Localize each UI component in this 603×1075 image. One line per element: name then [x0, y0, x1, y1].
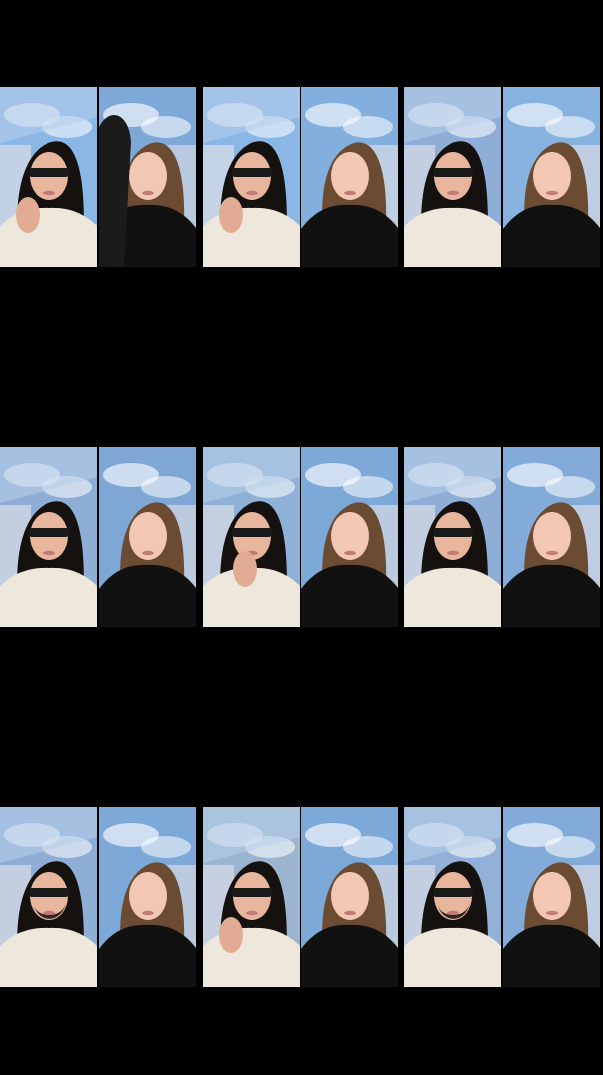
video-thumbnail[interactable] [203, 87, 300, 267]
video-thumbnail[interactable] [301, 87, 398, 267]
mouth-shape [142, 910, 154, 916]
video-thumbnail[interactable] [0, 447, 97, 627]
cloud-shape [141, 476, 191, 498]
video-thumbnail[interactable] [301, 447, 398, 627]
sunglasses-shape [29, 168, 69, 177]
sunglasses-shape [232, 528, 272, 537]
sunglasses-shape [232, 888, 272, 897]
sunglasses-shape [433, 528, 473, 537]
mouth-shape [546, 190, 558, 196]
jacket-shape [203, 207, 300, 267]
video-frame-image [503, 807, 600, 987]
video-frame-image [404, 447, 501, 627]
video-frame-image [301, 447, 398, 627]
jacket-shape [404, 207, 501, 267]
video-frame-image [203, 807, 300, 987]
mouth-shape [344, 910, 356, 916]
mouth-shape [246, 190, 258, 196]
hand-shape [16, 197, 40, 233]
video-frame-image [99, 447, 196, 627]
mouth-shape [142, 550, 154, 556]
sunglasses-shape [232, 168, 272, 177]
video-thumbnail[interactable] [99, 87, 196, 267]
hand-shape [219, 197, 243, 233]
video-frame-image [404, 87, 501, 267]
video-frame-image [99, 87, 196, 267]
jacket-shape [404, 927, 501, 987]
video-thumbnail[interactable] [203, 807, 300, 987]
video-frame-image [503, 87, 600, 267]
cloud-shape [545, 836, 595, 858]
sunglasses-shape [433, 168, 473, 177]
jacket-shape [0, 207, 97, 267]
video-frame-image [301, 87, 398, 267]
cloud-shape [545, 476, 595, 498]
mouth-shape [142, 190, 154, 196]
video-thumbnail-row [0, 447, 603, 627]
sunglasses-shape [29, 528, 69, 537]
video-thumbnail[interactable] [404, 447, 501, 627]
cloud-shape [343, 836, 393, 858]
jacket-shape [203, 927, 300, 987]
video-thumbnail[interactable] [404, 807, 501, 987]
video-frame-image [203, 447, 300, 627]
video-thumbnail[interactable] [503, 87, 600, 267]
mouth-shape [344, 190, 356, 196]
cloud-shape [545, 116, 595, 138]
video-thumbnail[interactable] [0, 87, 97, 267]
video-thumbnail-row [0, 87, 603, 267]
video-frame-image [0, 447, 97, 627]
video-frame-image [99, 807, 196, 987]
mouth-shape [344, 550, 356, 556]
video-thumbnail[interactable] [203, 447, 300, 627]
video-thumbnail[interactable] [503, 447, 600, 627]
cloud-shape [141, 116, 191, 138]
mouth-shape [447, 190, 459, 196]
jacket-shape [0, 927, 97, 987]
video-frame-image [404, 807, 501, 987]
mouth-shape [447, 550, 459, 556]
mouth-shape [43, 550, 55, 556]
mouth-shape [246, 910, 258, 916]
mouth-shape [43, 190, 55, 196]
video-thumbnail[interactable] [301, 807, 398, 987]
video-thumbnail[interactable] [0, 807, 97, 987]
video-thumbnail[interactable] [503, 807, 600, 987]
jacket-shape [404, 567, 501, 627]
jacket-shape [0, 567, 97, 627]
video-frame-image [0, 87, 97, 267]
video-frame-image [301, 807, 398, 987]
sunglasses-shape [433, 888, 473, 897]
video-frame-image [203, 87, 300, 267]
video-thumbnail[interactable] [404, 87, 501, 267]
video-thumbnail[interactable] [99, 447, 196, 627]
video-frame-image [503, 447, 600, 627]
hand-shape [233, 551, 257, 587]
sunglasses-shape [29, 888, 69, 897]
mouth-shape [546, 910, 558, 916]
cloud-shape [343, 116, 393, 138]
hand-shape [219, 917, 243, 953]
cloud-shape [141, 836, 191, 858]
cloud-shape [343, 476, 393, 498]
video-frame-image [0, 807, 97, 987]
video-thumbnail[interactable] [99, 807, 196, 987]
mouth-shape [546, 550, 558, 556]
video-thumbnail-row [0, 807, 603, 987]
